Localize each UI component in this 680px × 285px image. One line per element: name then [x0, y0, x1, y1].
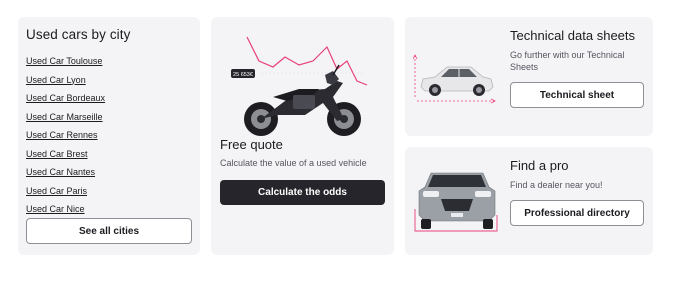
free-quote-card: 25 653€ Free quote Calculate the value o…	[211, 17, 394, 255]
car-front-icon	[418, 172, 496, 229]
motorcycle-icon	[244, 64, 361, 136]
list-item: Used Car Lyon	[26, 70, 192, 89]
list-item: Used Car Nantes	[26, 162, 192, 181]
used-cars-by-city-card: Used cars by city Used Car Toulouse Used…	[18, 17, 200, 255]
city-link-lyon[interactable]: Used Car Lyon	[26, 75, 86, 85]
car-dimensions-illustration	[413, 54, 496, 104]
tech-card-description: Go further with our Technical Sheets	[510, 50, 625, 72]
city-link-brest[interactable]: Used Car Brest	[26, 149, 88, 159]
tech-card-title: Technical data sheets	[510, 28, 636, 43]
city-link-rennes[interactable]: Used Car Rennes	[26, 130, 98, 140]
list-item: Used Car Marseille	[26, 107, 192, 126]
quote-card-description: Calculate the value of a used vehicle	[220, 158, 367, 168]
list-item: Used Car Toulouse	[26, 51, 192, 70]
city-link-paris[interactable]: Used Car Paris	[26, 186, 87, 196]
car-front-illustration	[414, 172, 498, 232]
car-side-icon	[420, 66, 494, 96]
pro-card-description: Find a dealer near you!	[510, 180, 603, 190]
city-link-list: Used Car Toulouse Used Car Lyon Used Car…	[26, 51, 192, 218]
professional-directory-button[interactable]: Professional directory	[510, 200, 644, 226]
list-item: Used Car Nice	[26, 199, 192, 218]
find-a-pro-card: Find a pro Find a dealer near you! Profe…	[405, 147, 653, 255]
technical-sheet-button[interactable]: Technical sheet	[510, 82, 644, 108]
motorcycle-illustration: 25 653€	[231, 36, 368, 136]
city-link-nantes[interactable]: Used Car Nantes	[26, 167, 95, 177]
list-item: Used Car Bordeaux	[26, 88, 192, 107]
list-item: Used Car Rennes	[26, 125, 192, 144]
technical-data-sheets-card: Technical data sheets Go further with ou…	[405, 17, 653, 136]
list-item: Used Car Paris	[26, 181, 192, 200]
calculate-odds-button[interactable]: Calculate the odds	[220, 180, 385, 205]
price-tag-text: 25 653€	[233, 72, 253, 78]
list-item: Used Car Brest	[26, 144, 192, 163]
price-graph-line	[246, 36, 368, 86]
cities-card-title: Used cars by city	[26, 27, 131, 42]
see-all-cities-button[interactable]: See all cities	[26, 218, 192, 244]
city-link-marseille[interactable]: Used Car Marseille	[26, 112, 103, 122]
city-link-nice[interactable]: Used Car Nice	[26, 204, 85, 214]
city-link-toulouse[interactable]: Used Car Toulouse	[26, 56, 102, 66]
quote-card-title: Free quote	[220, 137, 283, 152]
city-link-bordeaux[interactable]: Used Car Bordeaux	[26, 93, 105, 103]
pro-card-title: Find a pro	[510, 158, 569, 173]
